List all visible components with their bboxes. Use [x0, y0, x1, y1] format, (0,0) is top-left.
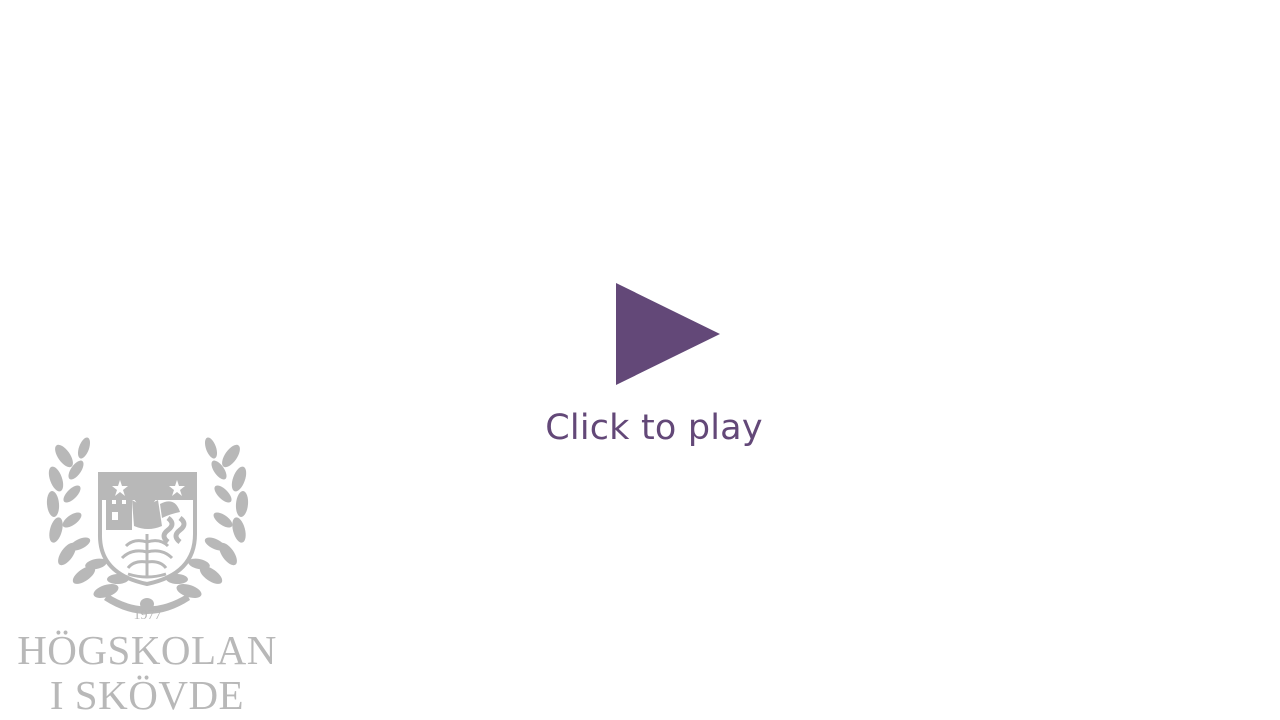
play-label: Click to play	[545, 408, 763, 448]
university-logo: 1977 HÖGSKOLAN I SKÖVDE	[0, 430, 300, 720]
logo-year: 1977	[133, 608, 162, 623]
play-icon	[616, 283, 720, 385]
logo-name-line1: HÖGSKOLAN	[17, 627, 277, 673]
logo-name-line2: I SKÖVDE	[49, 672, 245, 718]
play-button[interactable]: Click to play	[540, 270, 763, 460]
video-stage: Click to play 1977 HÖGSKOLAN I SKÖVDE	[0, 0, 1280, 720]
university-seal-icon	[46, 437, 249, 614]
